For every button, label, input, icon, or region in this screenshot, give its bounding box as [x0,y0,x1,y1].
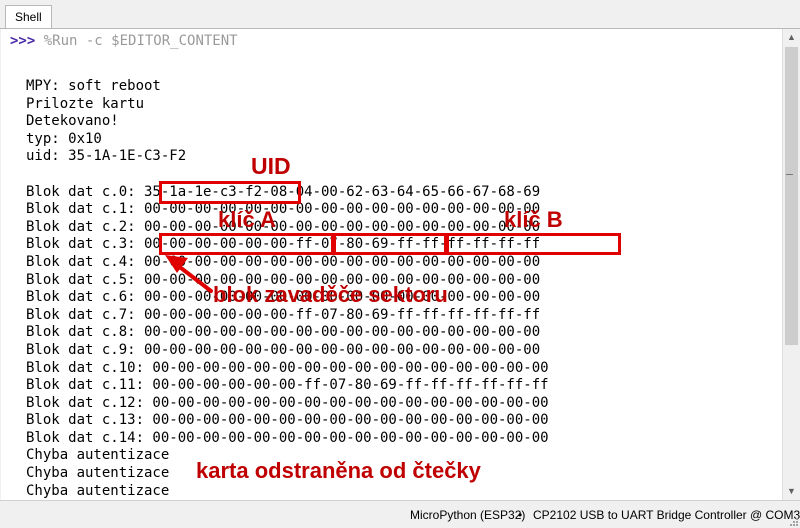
shell-output-line: Blok dat c.14: 00-00-00-00-00-00-00-00-0… [26,429,549,446]
shell-output-line: Blok dat c.10: 00-00-00-00-00-00-00-00-0… [26,359,549,376]
shell-output-line: Prilozte kartu [26,95,145,112]
scroll-up-arrow-icon[interactable]: ▲ [783,29,800,46]
status-bar: MicroPython (ESP32) • CP2102 USB to UART… [0,500,800,528]
shell-output-line: Blok dat c.7: 00-00-00-00-00-00-ff-07-80… [26,306,541,323]
scrollbar-thumb-grip [786,174,793,175]
key-a-annotation: klíč A [218,207,276,232]
access-bits-highlight-box [333,233,447,255]
shell-output-line: Detekovano! [26,113,119,130]
tab-shell[interactable]: Shell [5,5,52,28]
resize-grip-icon[interactable] [788,516,798,526]
shell-output-line: typ: 0x10 [26,130,102,147]
port-status[interactable]: CP2102 USB to UART Bridge Controller @ C… [533,508,800,522]
command-text: %Run -c $EDITOR_CONTENT [35,33,238,49]
shell-output-line: Blok dat c.9: 00-00-00-00-00-00-00-00-00… [26,341,541,358]
prompt-line: >>> %Run -c $EDITOR_CONTENT [10,31,238,51]
shell-output-line: Blok dat c.8: 00-00-00-00-00-00-00-00-00… [26,324,541,341]
shell-output-line: Blok dat c.4: 00-00-00-00-00-00-00-00-00… [26,253,541,270]
card-removed-annotation: karta odstraněna od čtečky [196,458,481,483]
shell-output-line: Blok dat c.11: 00-00-00-00-00-00-ff-07-8… [26,377,549,394]
sector-trailer-annotation: blok zavaděče sektoru [213,282,448,307]
key-b-annotation: klíč B [504,207,563,232]
shell-panel[interactable]: >>> %Run -c $EDITOR_CONTENT MPY: soft re… [1,29,782,500]
scrollbar-thumb[interactable] [785,47,798,345]
uid-annotation: UID [251,153,291,179]
status-separator: • [518,508,523,522]
key-a-highlight-box [159,233,334,255]
key-b-highlight-box [446,233,621,255]
uid-highlight-box [159,181,301,204]
scroll-down-arrow-icon[interactable]: ▼ [783,483,800,500]
shell-output-line: MPY: soft reboot [26,78,161,94]
interpreter-status[interactable]: MicroPython (ESP32) [410,508,525,522]
prompt-marker: >>> [10,33,36,49]
shell-output-line: Blok dat c.12: 00-00-00-00-00-00-00-00-0… [26,394,549,411]
tab-strip: Shell [0,0,800,29]
shell-output-line: Blok dat c.13: 00-00-00-00-00-00-00-00-0… [26,412,549,429]
vertical-scrollbar[interactable]: ▲ ▼ [782,29,799,500]
shell-output-line: Chyba autentizace [26,482,170,499]
